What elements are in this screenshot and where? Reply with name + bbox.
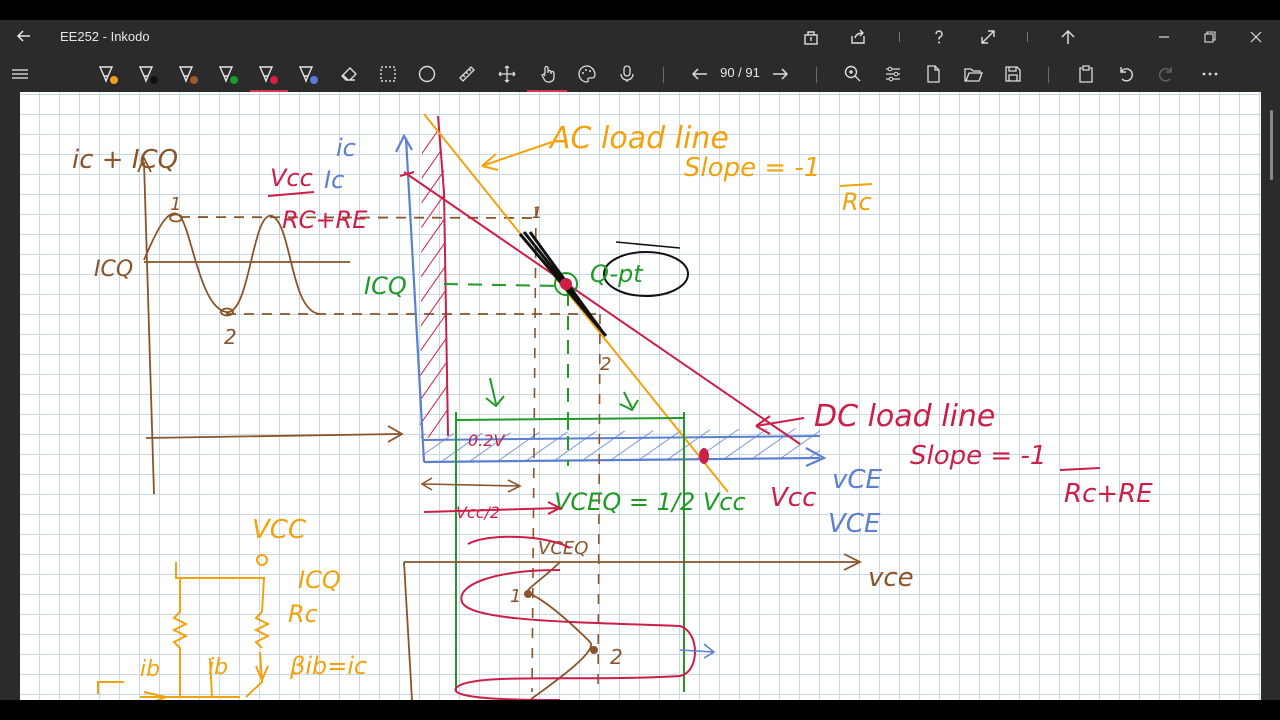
minimize-icon[interactable] <box>1153 26 1175 48</box>
open-folder-icon[interactable] <box>959 60 987 88</box>
next-page-icon[interactable] <box>766 60 794 88</box>
pen-black-icon[interactable] <box>134 60 162 88</box>
expand-icon[interactable] <box>977 26 999 48</box>
icq-green-label: ICQ <box>364 272 407 300</box>
help-icon[interactable] <box>928 26 950 48</box>
arrow-up-icon[interactable] <box>1057 26 1079 48</box>
point-2-bottom: 2 <box>610 645 623 669</box>
microphone-icon[interactable] <box>613 60 641 88</box>
paste-icon[interactable] <box>1072 60 1100 88</box>
ac-slope-denominator: Rc <box>842 188 872 216</box>
vcc-half-label: Vcc/2 <box>456 503 500 522</box>
zoom-icon[interactable] <box>839 60 867 88</box>
ruler-icon[interactable] <box>453 60 481 88</box>
dc-slope-label: Slope = -1 <box>910 441 1046 471</box>
point-2-loadline: 2 <box>600 354 611 375</box>
new-page-icon[interactable] <box>919 60 947 88</box>
ac-load-line-label: AC load line <box>548 121 729 156</box>
restore-icon[interactable] <box>1199 26 1221 48</box>
point-1-loadline: 1 <box>532 203 542 222</box>
pen-blue-icon[interactable] <box>294 60 322 88</box>
circuit-ib-label-2: ib <box>208 655 228 680</box>
ac-slope-label: Slope = -1 <box>684 153 820 183</box>
left-vertical-axis <box>143 161 155 495</box>
toolbar-separator <box>663 67 664 83</box>
share-box-icon[interactable] <box>800 26 822 48</box>
cutoff-hatched-region <box>420 116 448 440</box>
ic-axis-label-2: Ic <box>324 166 344 194</box>
point-1-bottom: 1 <box>510 586 521 607</box>
more-options-icon[interactable] <box>1196 60 1224 88</box>
vce-brown-label: vce <box>868 563 914 593</box>
page-counter: 90 / 91 <box>720 65 760 80</box>
toolbar-separator <box>1048 67 1049 83</box>
circuit-rc-label: Rc <box>288 600 318 628</box>
toolbar: 90 / 91 <box>0 54 1280 94</box>
icq-left-label: ICQ <box>94 257 133 282</box>
toolbar-separator <box>816 67 817 83</box>
vcc-axis-label: Vcc <box>770 483 816 513</box>
vcc-over-label: Vcc <box>270 164 313 192</box>
vcc-denominator-label: RC+RE <box>282 206 368 234</box>
ink-canvas[interactable]: ic + ICQ ICQ 1 2 Vcc RC+RE ic Ic vCE VCE… <box>20 92 1261 700</box>
window-title: EE252 - Inkodo <box>60 29 150 44</box>
q-point-green-annotations <box>443 272 685 692</box>
eraser-icon[interactable] <box>334 60 362 88</box>
circuit-icq-label: ICQ <box>298 566 341 594</box>
saturation-voltage-label: 0.2V <box>468 431 505 450</box>
app-window: EE252 - Inkodo 90 / 91 ic + ICQ ICQ 1 2 … <box>0 20 1280 700</box>
left-axis-label: ic + ICQ <box>72 145 178 175</box>
vceq-small-label: VCEQ <box>538 538 588 559</box>
vce-small-label: vCE <box>832 465 883 495</box>
ic-axis-label: ic <box>336 134 356 162</box>
letterbox-top <box>0 0 1280 20</box>
pan-move-icon[interactable] <box>493 60 521 88</box>
settings-sliders-icon[interactable] <box>879 60 907 88</box>
q-point-marker <box>560 278 572 290</box>
dc-load-line-label: DC load line <box>814 399 995 434</box>
undo-icon[interactable] <box>1112 60 1140 88</box>
q-point-label: Q-pt <box>590 260 644 288</box>
vce-big-label: VCE <box>828 509 881 539</box>
point-1-left: 1 <box>170 194 181 215</box>
hamburger-menu-icon[interactable] <box>6 60 34 88</box>
lasso-select-icon[interactable] <box>374 60 402 88</box>
previous-page-icon[interactable] <box>686 60 714 88</box>
circuit-ib-label-1: ib <box>140 657 160 682</box>
circuit-sketch <box>97 554 271 700</box>
back-arrow-icon[interactable] <box>14 26 34 46</box>
circuit-vcc-label: VCC <box>252 515 307 545</box>
left-horizontal-axis <box>145 433 401 439</box>
pen-brown-icon[interactable] <box>174 60 202 88</box>
pen-green-icon[interactable] <box>214 60 242 88</box>
circle-shape-icon[interactable] <box>413 60 441 88</box>
palette-icon[interactable] <box>573 60 601 88</box>
title-bar: EE252 - Inkodo <box>0 20 1280 54</box>
redo-icon[interactable] <box>1152 60 1180 88</box>
dc-load-line <box>403 171 801 445</box>
title-separator <box>1027 32 1028 42</box>
ink-drawing: ic + ICQ ICQ 1 2 Vcc RC+RE ic Ic vCE VCE… <box>72 113 1153 700</box>
scrollbar-thumb[interactable] <box>1270 110 1273 180</box>
letterbox-bottom <box>0 700 1280 720</box>
circuit-beta-label: βib=ic <box>289 652 367 680</box>
vceq-equation: VCEQ = 1/2 Vcc <box>554 488 746 516</box>
close-icon[interactable] <box>1245 26 1267 48</box>
save-icon[interactable] <box>999 60 1027 88</box>
share-icon[interactable] <box>847 26 869 48</box>
pen-red-icon[interactable] <box>254 60 282 88</box>
dc-slope-denominator: Rc+RE <box>1064 479 1153 509</box>
point-2-left: 2 <box>224 325 237 349</box>
title-separator <box>899 32 900 42</box>
pen-orange-icon[interactable] <box>94 60 122 88</box>
vce-waveform-plot <box>403 535 863 700</box>
touch-hand-icon[interactable] <box>533 60 561 88</box>
